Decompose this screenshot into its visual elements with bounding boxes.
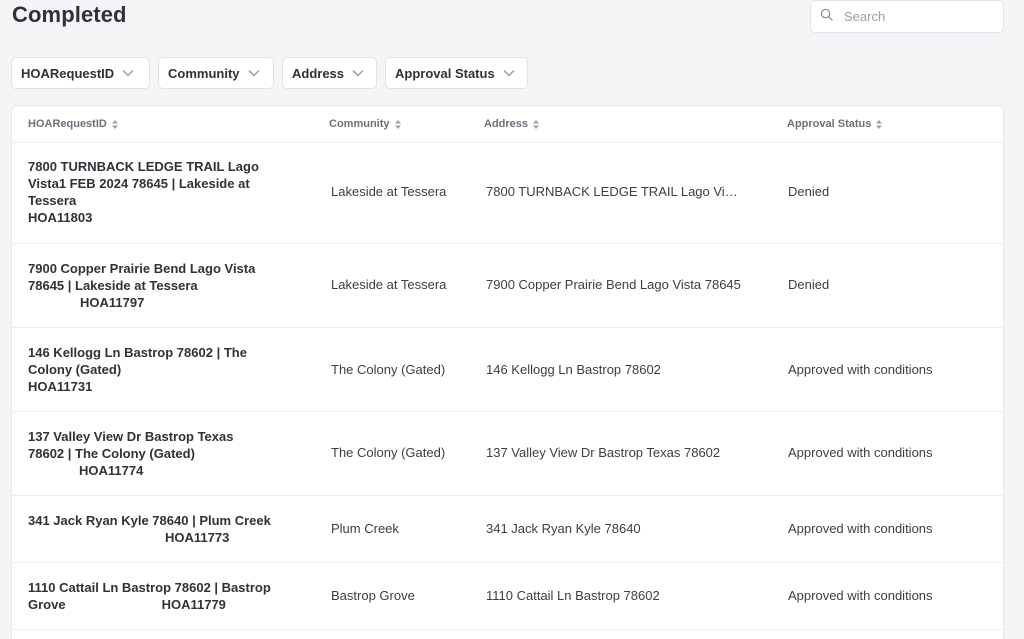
- table-row[interactable]: 7900 Copper Prairie Bend Lago Vista 7864…: [12, 244, 1003, 328]
- community-cell: The Colony (Gated): [331, 445, 446, 460]
- completed-table: HOARequestID Community Address Approval …: [11, 105, 1004, 639]
- search-box[interactable]: [810, 0, 1004, 33]
- hoa-request-id-cell: 341 Jack Ryan Kyle 78640 | Plum Creek HO…: [28, 513, 271, 545]
- sort-icon: [876, 119, 883, 129]
- filter-hoarequestid-dropdown[interactable]: HOARequestID: [11, 57, 150, 89]
- table-header: HOARequestID Community Address Approval …: [12, 106, 1003, 143]
- address-cell: 146 Kellogg Ln Bastrop 78602: [486, 362, 661, 377]
- approval-status-cell: Denied: [788, 184, 830, 199]
- sort-icon: [394, 119, 401, 129]
- search-input[interactable]: [844, 9, 984, 24]
- page-title: Completed: [12, 2, 127, 27]
- address-cell: 7900 Copper Prairie Bend Lago Vista 7864…: [486, 277, 741, 292]
- sort-icon: [111, 119, 118, 129]
- column-header-hoarequestid[interactable]: HOARequestID: [28, 118, 118, 130]
- filter-label: Approval Status: [395, 65, 495, 81]
- column-header-community[interactable]: Community: [329, 118, 401, 130]
- approval-status-cell: Denied: [788, 277, 830, 292]
- address-cell: 341 Jack Ryan Kyle 78640: [486, 521, 641, 536]
- filter-label: Community: [168, 65, 240, 81]
- filter-label: Address: [292, 65, 345, 81]
- approval-status-cell: Approved with conditions: [788, 362, 933, 377]
- community-cell: Lakeside at Tessera: [331, 277, 447, 292]
- address-cell: 7800 TURNBACK LEDGE TRAIL Lago Vista1 FE…: [486, 184, 744, 199]
- table-row[interactable]: 1110 Cattail Ln Bastrop 78602 | Bastrop …: [12, 563, 1003, 630]
- filter-community-dropdown[interactable]: Community: [158, 57, 274, 89]
- filter-approval-status-dropdown[interactable]: Approval Status: [385, 57, 528, 89]
- community-cell: Plum Creek: [331, 521, 399, 536]
- hoa-request-id-cell: 1110 Cattail Ln Bastrop 78602 | Bastrop …: [28, 580, 271, 612]
- hoa-request-id-cell: 137 Valley View Dr Bastrop Texas 78602 |…: [28, 429, 234, 478]
- address-cell: 1110 Cattail Ln Bastrop 78602: [486, 588, 660, 603]
- community-cell: Lakeside at Tessera: [331, 184, 447, 199]
- approval-status-cell: Approved with conditions: [788, 445, 933, 460]
- sort-icon: [533, 119, 540, 129]
- approval-status-cell: Approved with conditions: [788, 588, 933, 603]
- table-row[interactable]: 146 Kellogg Ln Bastrop 78602 | The Colon…: [12, 328, 1003, 412]
- hoa-request-id-cell: 7800 TURNBACK LEDGE TRAIL Lago Vista1 FE…: [28, 159, 259, 225]
- column-header-address[interactable]: Address: [484, 118, 540, 130]
- community-cell: Bastrop Grove: [331, 588, 415, 603]
- chevron-down-icon: [352, 69, 364, 77]
- filter-address-dropdown[interactable]: Address: [282, 57, 377, 89]
- hoa-request-id-cell: 146 Kellogg Ln Bastrop 78602 | The Colon…: [28, 345, 247, 394]
- chevron-down-icon: [247, 69, 260, 77]
- chevron-down-icon: [122, 69, 134, 77]
- search-icon: [820, 8, 844, 26]
- address-cell: 137 Valley View Dr Bastrop Texas 78602: [486, 445, 721, 460]
- filter-label: HOARequestID: [21, 65, 115, 81]
- hoa-request-id-cell: 7900 Copper Prairie Bend Lago Vista 7864…: [28, 261, 256, 310]
- filter-bar: HOARequestID Community Address Approval …: [11, 57, 528, 89]
- table-row[interactable]: 137 Valley View Dr Bastrop Texas 78602 |…: [12, 412, 1003, 496]
- table-row[interactable]: 341 Jack Ryan Kyle 78640 | Plum Creek HO…: [12, 496, 1003, 563]
- chevron-down-icon: [503, 69, 515, 77]
- table-row[interactable]: 7800 TURNBACK LEDGE TRAIL Lago Vista1 FE…: [12, 143, 1003, 244]
- approval-status-cell: Approved with conditions: [788, 521, 933, 536]
- community-cell: The Colony (Gated): [331, 362, 446, 377]
- column-header-approval-status[interactable]: Approval Status: [787, 118, 883, 130]
